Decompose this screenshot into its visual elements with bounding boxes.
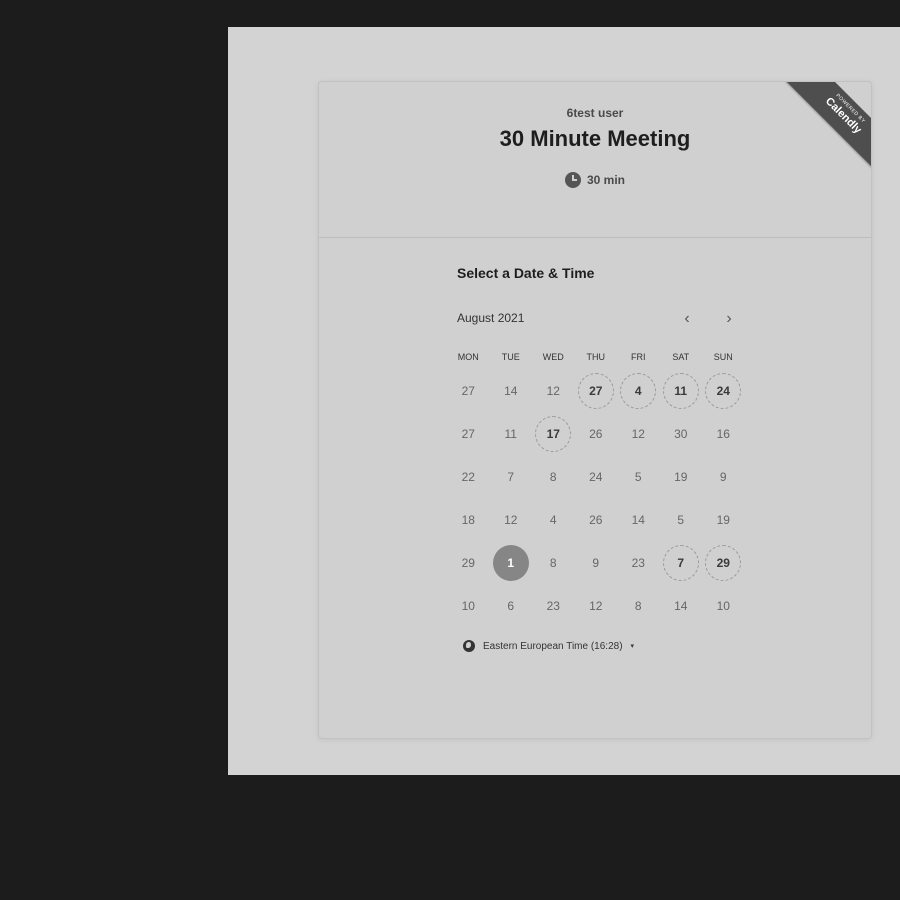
calendar-day: 22 [461,469,475,484]
calendar-day: 14 [674,598,688,613]
calendar-day: 8 [634,598,642,613]
timezone-selector[interactable]: Eastern European Time (16:28) ▾ [463,640,634,652]
timezone-label: Eastern European Time (16:28) [483,640,623,652]
calendar-day: 9 [719,469,727,484]
calendar-day: 10 [461,598,475,613]
month-label: August 2021 [457,311,525,325]
host-name: 6test user [566,106,624,120]
calendar-day-available[interactable]: 29 [702,544,745,581]
calendar-day: 12 [546,383,560,398]
calendar-week: 29 1 8 9 23 7 29 [447,541,747,584]
calendar-day: 6 [507,598,515,613]
scheduling-card: POWERED BY Calendly 6test user 30 Minute… [318,81,872,739]
calendar-day: 8 [549,555,557,570]
calendar-day: 14 [631,512,645,527]
weekday-label: MON [457,352,479,362]
calendar-day: 27 [461,426,475,441]
calendar-day: 27 [461,383,475,398]
weekday-label: THU [586,352,606,362]
calendar-week: 22 7 8 24 5 19 9 [447,455,747,498]
duration-label: 30 min [586,173,625,187]
weekday-label: FRI [631,352,646,362]
event-header: 6test user 30 Minute Meeting 30 min [319,82,871,238]
calendar-week: 10 6 23 12 8 14 10 [447,584,747,627]
calendar-day: 4 [549,512,557,527]
calendar-day-available[interactable]: 17 [532,415,575,452]
calendar-day: 23 [631,555,645,570]
calendar-grid: 27 14 12 27 4 11 24 27 11 17 26 12 30 16… [447,369,747,627]
calendar-day: 18 [461,512,475,527]
weekday-label: WED [542,352,564,362]
calendar-day: 5 [634,469,642,484]
calendar-day: 11 [504,426,517,441]
globe-icon [463,640,475,652]
calendar-day-available[interactable]: 27 [575,372,618,409]
calendar-day: 7 [507,469,515,484]
calendar-day: 12 [631,426,645,441]
calendar-day: 12 [589,598,603,613]
calendar-day: 29 [461,555,475,570]
calendar-day: 10 [716,598,730,613]
calendar-day: 16 [716,426,730,441]
calendar-day-available[interactable]: 7 [660,544,703,581]
calendar-day: 9 [592,555,600,570]
next-month-button[interactable]: › [717,307,741,331]
calendar-week: 18 12 4 26 14 5 19 [447,498,747,541]
calendar-day: 26 [589,512,603,527]
calendar-day: 19 [674,469,688,484]
calendar-day: 23 [546,598,560,613]
weekday-label: SUN [713,352,733,362]
calendar-day-available[interactable]: 4 [617,372,660,409]
clock-icon [564,172,581,188]
calendar-day: 8 [549,469,557,484]
calendar-day: 14 [504,383,518,398]
weekday-header: MON TUE WED THU FRI SAT SUN [447,352,747,362]
browser-viewport: POWERED BY Calendly 6test user 30 Minute… [228,27,900,775]
calendar-day-available[interactable]: 11 [660,372,703,409]
event-title: 30 Minute Meeting [499,126,691,151]
caret-down-icon: ▾ [630,643,635,650]
event-duration: 30 min [319,172,871,188]
month-navigation: August 2021 ‹ › [457,310,741,331]
calendar-week: 27 14 12 27 4 11 24 [447,369,747,412]
calendar-day: 30 [674,426,688,441]
calendar-day-selected[interactable]: 1 [490,544,533,581]
weekday-label: SAT [672,352,690,362]
section-title: Select a Date & Time [457,265,595,281]
calendar-day: 19 [716,512,730,527]
calendar-week: 27 11 17 26 12 30 16 [447,412,747,455]
calendar-day: 26 [589,426,603,441]
calendar-day: 5 [677,512,685,527]
previous-month-button[interactable]: ‹ [675,307,699,331]
calendar-day: 12 [504,512,518,527]
calendar-day-available[interactable]: 24 [702,372,745,409]
calendar-day: 24 [589,469,603,484]
weekday-label: TUE [501,352,520,362]
